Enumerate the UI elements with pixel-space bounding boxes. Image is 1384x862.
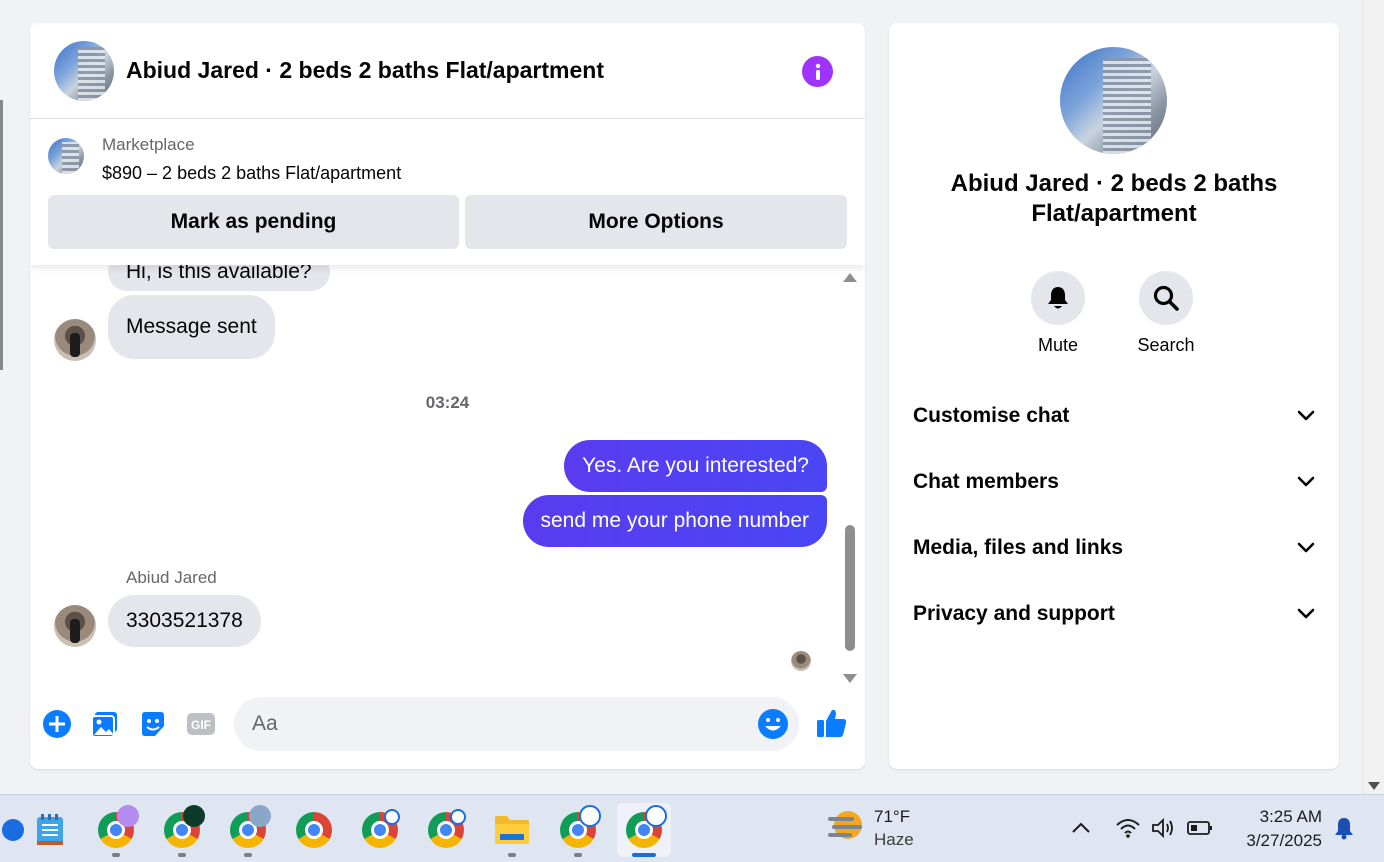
section-chat-members[interactable]: Chat members bbox=[913, 457, 1315, 507]
bell-icon[interactable] bbox=[1031, 271, 1085, 325]
windows-taskbar: 71°F Haze 3:25 AM 3/27/2025 bbox=[0, 794, 1384, 862]
message-timestamp: 03:24 bbox=[425, 393, 470, 412]
message-input[interactable] bbox=[252, 697, 732, 751]
profile-title: Abiud Jared · 2 beds 2 baths Flat/apartm… bbox=[950, 170, 1278, 227]
chat-avatar[interactable] bbox=[54, 40, 114, 101]
scroll-down-arrow[interactable] bbox=[1368, 782, 1380, 790]
emoji-icon[interactable] bbox=[757, 708, 789, 740]
info-icon[interactable] bbox=[802, 56, 833, 87]
message-composer: GIF bbox=[30, 691, 865, 761]
scroll-up-arrow[interactable] bbox=[843, 273, 857, 282]
listing-thumbnail[interactable] bbox=[48, 138, 84, 174]
svg-text:GIF: GIF bbox=[191, 718, 211, 732]
notification-bell-icon[interactable] bbox=[1331, 815, 1357, 841]
chevron-up-icon[interactable] bbox=[1068, 815, 1094, 841]
section-label: Privacy and support bbox=[913, 602, 1115, 625]
notepad-icon[interactable] bbox=[23, 803, 77, 857]
chevron-down-icon bbox=[1297, 404, 1315, 428]
search-label: Search bbox=[1137, 335, 1195, 355]
message-input-box[interactable] bbox=[234, 697, 799, 751]
weather-condition: Haze bbox=[874, 830, 914, 849]
chrome-profile-icon[interactable] bbox=[155, 803, 209, 857]
section-privacy-support[interactable]: Privacy and support bbox=[913, 589, 1315, 639]
chrome-profile-icon-active[interactable] bbox=[617, 803, 671, 857]
scroll-down-arrow[interactable] bbox=[843, 674, 857, 683]
weather-widget[interactable]: 71°F Haze bbox=[826, 805, 914, 855]
volume-icon[interactable] bbox=[1151, 815, 1177, 841]
incoming-message[interactable]: 3303521378 bbox=[108, 595, 261, 647]
chevron-down-icon bbox=[1297, 602, 1315, 626]
search-icon[interactable] bbox=[1139, 271, 1193, 325]
wifi-icon[interactable] bbox=[1115, 815, 1141, 841]
section-label: Customise chat bbox=[913, 404, 1070, 427]
thumbs-up-icon[interactable] bbox=[814, 705, 850, 741]
window-left-edge bbox=[0, 100, 3, 370]
chrome-profile-icon[interactable] bbox=[419, 803, 473, 857]
chat-panel: Abiud Jared · 2 beds 2 baths Flat/apartm… bbox=[30, 23, 865, 769]
haze-icon bbox=[828, 811, 862, 839]
page-scrollbar[interactable] bbox=[1362, 0, 1384, 794]
chat-header: Abiud Jared · 2 beds 2 baths Flat/apartm… bbox=[30, 23, 865, 119]
chevron-down-icon bbox=[1297, 536, 1315, 560]
chevron-down-icon bbox=[1297, 470, 1315, 494]
marketplace-listing-bar: Marketplace $890 – 2 beds 2 baths Flat/a… bbox=[30, 120, 865, 265]
incoming-message[interactable]: Message sent bbox=[108, 295, 275, 359]
chrome-icon[interactable] bbox=[287, 803, 341, 857]
conversation-info-panel: Abiud Jared · 2 beds 2 baths Flat/apartm… bbox=[889, 23, 1339, 769]
battery-icon[interactable] bbox=[1187, 815, 1213, 841]
scrollbar-thumb[interactable] bbox=[845, 525, 855, 651]
outgoing-message[interactable]: Yes. Are you interested? bbox=[564, 440, 827, 492]
listing-title[interactable]: $890 – 2 beds 2 baths Flat/apartment bbox=[102, 163, 401, 184]
section-media-files-links[interactable]: Media, files and links bbox=[913, 523, 1315, 573]
section-label: Media, files and links bbox=[913, 536, 1124, 559]
mark-as-pending-button[interactable]: Mark as pending bbox=[48, 195, 459, 249]
sender-name: Abiud Jared bbox=[126, 568, 217, 587]
section-customise-chat[interactable]: Customise chat bbox=[913, 391, 1315, 441]
profile-avatar[interactable] bbox=[1060, 47, 1167, 154]
clock-date: 3/27/2025 bbox=[1246, 831, 1322, 850]
gallery-icon[interactable] bbox=[89, 708, 121, 740]
marketplace-label: Marketplace bbox=[102, 135, 195, 154]
gif-icon[interactable]: GIF bbox=[185, 708, 217, 740]
sender-avatar[interactable] bbox=[54, 605, 96, 647]
chrome-profile-icon[interactable] bbox=[551, 803, 605, 857]
seen-indicator-avatar bbox=[791, 651, 811, 671]
mute-label: Mute bbox=[1037, 335, 1079, 355]
outgoing-message[interactable]: send me your phone number bbox=[522, 495, 827, 547]
clock-time: 3:25 AM bbox=[1259, 807, 1322, 826]
system-clock[interactable]: 3:25 AM 3/27/2025 bbox=[1246, 805, 1322, 853]
incoming-message[interactable]: Hi, is this available? bbox=[108, 265, 330, 291]
sender-avatar[interactable] bbox=[54, 319, 96, 361]
sticker-icon[interactable] bbox=[137, 708, 169, 740]
chat-title[interactable]: Abiud Jared · 2 beds 2 baths Flat/apartm… bbox=[126, 57, 604, 84]
message-scrollbar[interactable] bbox=[843, 273, 857, 683]
search-button[interactable]: Search bbox=[1121, 271, 1211, 356]
chrome-profile-icon[interactable] bbox=[221, 803, 275, 857]
plus-icon[interactable] bbox=[41, 708, 73, 740]
chrome-profile-icon[interactable] bbox=[89, 803, 143, 857]
file-explorer-icon[interactable] bbox=[485, 803, 539, 857]
section-label: Chat members bbox=[913, 470, 1059, 493]
mute-button[interactable]: Mute bbox=[1013, 271, 1103, 356]
weather-temperature: 71°F bbox=[874, 807, 911, 826]
message-list: Hi, is this available? Message sent 03:2… bbox=[30, 265, 865, 685]
more-options-button[interactable]: More Options bbox=[465, 195, 847, 249]
chrome-profile-icon[interactable] bbox=[353, 803, 407, 857]
